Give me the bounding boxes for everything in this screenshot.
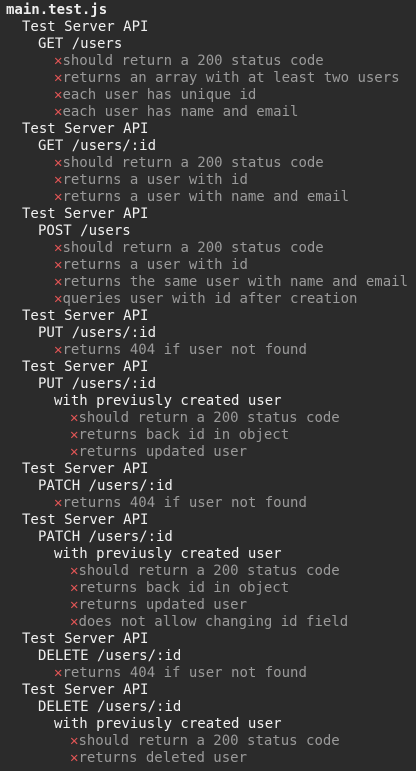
test-case-label: returns updated user [78, 597, 248, 613]
test-case-label: each user has name and email [62, 104, 299, 120]
test-case-label: returns 404 if user not found [62, 495, 307, 511]
suite-title: Test Server API [22, 121, 149, 137]
test-case-label: returns an array with at least two users [62, 70, 400, 86]
test-case-row: ✕each user has unique id [6, 87, 416, 104]
test-case-label: should return a 200 status code [78, 563, 340, 579]
suite-title: Test Server API [22, 512, 149, 528]
suite-title: Test Server API [22, 631, 149, 647]
suite-title: POST /users [38, 223, 131, 239]
suite-title: Test Server API [22, 461, 149, 477]
suite-title: DELETE /users/:id [38, 699, 182, 715]
test-case-label: returns the same user with name and emai… [62, 274, 409, 290]
test-case-row: ✕returns the same user with name and ema… [6, 274, 416, 291]
test-case-row: ✕each user has name and email [6, 104, 416, 121]
test-case-label: each user has unique id [62, 87, 257, 103]
test-case-label: should return a 200 status code [78, 410, 340, 426]
test-case-row: ✕returns back id in object [6, 580, 416, 597]
suite-title: Test Server API [22, 19, 149, 35]
test-case-label: does not allow changing id field [78, 614, 349, 630]
test-results-list: Test Server API GET /users ✕should return … [6, 19, 416, 767]
test-case-row: ✕should return a 200 status code [6, 155, 416, 172]
test-case-label: returns back id in object [78, 580, 290, 596]
test-case-row: ✕returns updated user [6, 597, 416, 614]
suite-title: PUT /users/:id [38, 376, 157, 392]
test-case-row: ✕returns deleted user [6, 750, 416, 767]
suite-title: Test Server API [22, 308, 149, 324]
test-case-row: ✕returns a user with id [6, 172, 416, 189]
test-case-row: ✕returns back id in object [6, 427, 416, 444]
test-case-label: returns a user with id [62, 257, 248, 273]
terminal-output: main.test.js Test Server API GET /users ✕s… [0, 0, 416, 767]
test-case-label: should return a 200 status code [62, 155, 324, 171]
test-case-row: ✕returns 404 if user not found [6, 665, 416, 682]
test-case-row: ✕returns a user with name and email [6, 189, 416, 206]
test-case-label: returns 404 if user not found [62, 665, 307, 681]
test-case-label: returns back id in object [78, 427, 290, 443]
suite-title: PATCH /users/:id [38, 478, 173, 494]
test-case-label: returns updated user [78, 444, 248, 460]
test-case-label: queries user with id after creation [62, 291, 358, 307]
test-case-label: should return a 200 status code [62, 240, 324, 256]
test-case-label: returns a user with name and email [62, 189, 350, 205]
test-case-row: ✕returns a user with id [6, 257, 416, 274]
suite-title: with previusly created user [54, 716, 282, 732]
suite-title: Test Server API [22, 682, 149, 698]
test-file-header: main.test.js [6, 2, 108, 18]
test-case-row: ✕returns an array with at least two user… [6, 70, 416, 87]
test-case-label: should return a 200 status code [78, 733, 340, 749]
test-case-label: should return a 200 status code [62, 53, 324, 69]
suite-title: GET /users [38, 36, 123, 52]
suite-title: Test Server API [22, 359, 149, 375]
suite-title: with previusly created user [54, 393, 282, 409]
test-case-row: ✕does not allow changing id field [6, 614, 416, 631]
test-case-label: returns deleted user [78, 750, 248, 766]
suite-title: with previusly created user [54, 546, 282, 562]
test-case-row: ✕returns 404 if user not found [6, 495, 416, 512]
test-case-row: ✕queries user with id after creation [6, 291, 416, 308]
suite-title: GET /users/:id [38, 138, 157, 154]
suite-title: Test Server API [22, 206, 149, 222]
test-case-row: ✕should return a 200 status code [6, 563, 416, 580]
test-case-row: ✕should return a 200 status code [6, 410, 416, 427]
test-case-row: ✕should return a 200 status code [6, 733, 416, 750]
suite-title: DELETE /users/:id [38, 648, 182, 664]
suite-title: PUT /users/:id [38, 325, 157, 341]
test-case-row: ✕should return a 200 status code [6, 240, 416, 257]
test-case-row: ✕should return a 200 status code [6, 53, 416, 70]
test-case-label: returns a user with id [62, 172, 248, 188]
test-case-row: ✕returns 404 if user not found [6, 342, 416, 359]
test-case-label: returns 404 if user not found [62, 342, 307, 358]
test-case-row: ✕returns updated user [6, 444, 416, 461]
suite-title: PATCH /users/:id [38, 529, 173, 545]
